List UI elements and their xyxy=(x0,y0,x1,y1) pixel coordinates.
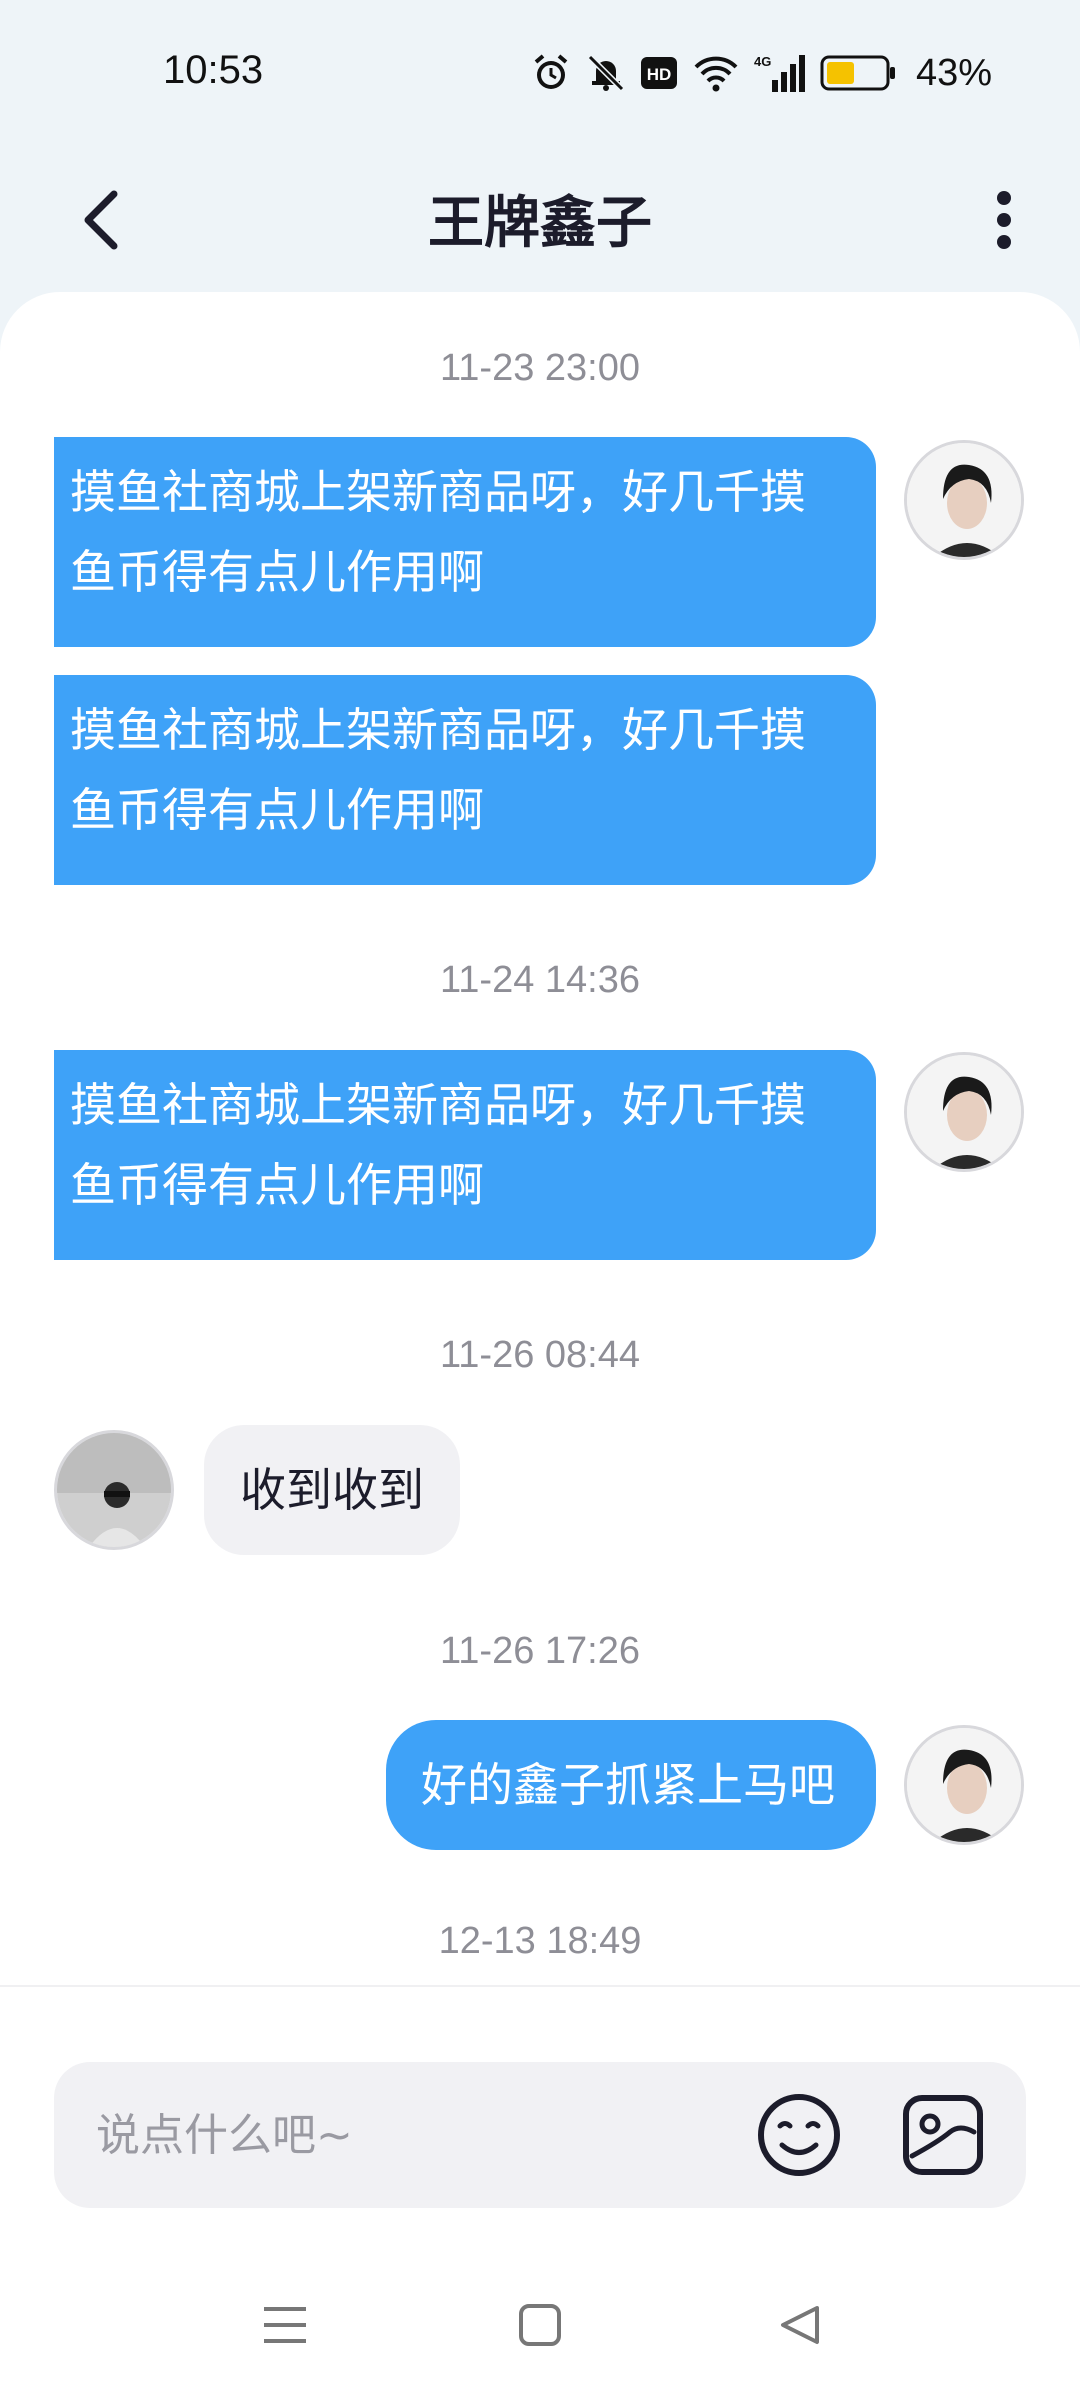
chat-header: 王牌鑫子 xyxy=(0,140,1080,290)
more-options-button[interactable] xyxy=(964,180,1044,260)
message-text: 摸鱼社商城上架新商品呀，好几千摸 xyxy=(70,465,806,519)
outgoing-message-bubble[interactable]: 摸鱼社商城上架新商品呀，好几千摸 鱼币得有点儿作用啊 xyxy=(54,1050,876,1260)
avatar[interactable] xyxy=(904,440,1024,560)
input-box xyxy=(54,2062,1026,2208)
mute-bell-icon xyxy=(587,54,625,92)
chat-message-list[interactable]: 11-23 23:00 摸鱼社商城上架新商品呀，好几千摸 鱼币得有点儿作用啊 摸… xyxy=(0,292,1080,1985)
svg-text:4G: 4G xyxy=(754,54,771,69)
page-title: 王牌鑫子 xyxy=(428,191,652,256)
home-square-icon xyxy=(519,2304,561,2346)
message-timestamp: 12-13 18:49 xyxy=(438,1920,642,1962)
message-timestamp: 11-26 08:44 xyxy=(439,1334,641,1376)
message-text: 鱼币得有点儿作用啊 xyxy=(70,783,484,837)
hd-icon: HD xyxy=(640,57,677,89)
user-avatar-icon xyxy=(907,1728,1021,1842)
message-text: 鱼币得有点儿作用啊 xyxy=(70,545,484,599)
wifi-icon xyxy=(694,56,738,92)
image-button[interactable] xyxy=(898,2090,988,2180)
emoji-button[interactable] xyxy=(754,2090,844,2180)
message-input[interactable] xyxy=(96,2062,716,2208)
system-navigation-bar xyxy=(0,2270,1080,2380)
cellular-signal-icon: 4G xyxy=(754,54,805,92)
battery-icon xyxy=(820,55,895,91)
back-triangle-icon xyxy=(781,2306,819,2344)
status-icons: HD 4G 43% xyxy=(530,48,992,98)
alarm-icon xyxy=(534,54,568,89)
outgoing-message-bubble[interactable]: 好的鑫子抓紧上马吧 xyxy=(386,1720,876,1850)
menu-icon xyxy=(264,2307,306,2343)
nav-home-button[interactable] xyxy=(505,2290,575,2360)
message-timestamp: 11-26 17:26 xyxy=(439,1630,641,1672)
avatar[interactable] xyxy=(54,1430,174,1550)
message-text: 收到收到 xyxy=(240,1463,424,1517)
outgoing-message-bubble[interactable]: 摸鱼社商城上架新商品呀，好几千摸 鱼币得有点儿作用啊 xyxy=(54,437,876,647)
message-text: 摸鱼社商城上架新商品呀，好几千摸 xyxy=(70,703,806,757)
battery-percentage: 43% xyxy=(915,51,992,94)
user-avatar-icon xyxy=(907,443,1021,557)
status-bar: 10:53 HD 4G 43% xyxy=(0,0,1080,140)
nav-back-button[interactable] xyxy=(765,2290,835,2360)
user-avatar-icon xyxy=(907,1055,1021,1169)
message-timestamp: 11-24 14:36 xyxy=(439,959,641,1001)
svg-text:HD: HD xyxy=(647,65,672,84)
status-time: 10:53 xyxy=(163,48,264,92)
message-text: 好的鑫子抓紧上马吧 xyxy=(421,1758,835,1812)
incoming-message-bubble[interactable]: 收到收到 xyxy=(204,1425,460,1555)
message-timestamp: 11-23 23:00 xyxy=(439,347,641,389)
message-text: 鱼币得有点儿作用啊 xyxy=(70,1158,484,1212)
avatar[interactable] xyxy=(904,1052,1024,1172)
message-text: 摸鱼社商城上架新商品呀，好几千摸 xyxy=(70,1078,806,1132)
outgoing-message-bubble[interactable]: 摸鱼社商城上架新商品呀，好几千摸 鱼币得有点儿作用啊 xyxy=(54,675,876,885)
more-vertical-icon xyxy=(997,191,1011,249)
image-icon xyxy=(903,2095,983,2175)
emoji-icon xyxy=(758,2094,840,2176)
avatar[interactable] xyxy=(904,1725,1024,1845)
contact-avatar-icon xyxy=(57,1433,171,1547)
nav-menu-button[interactable] xyxy=(250,2290,320,2360)
